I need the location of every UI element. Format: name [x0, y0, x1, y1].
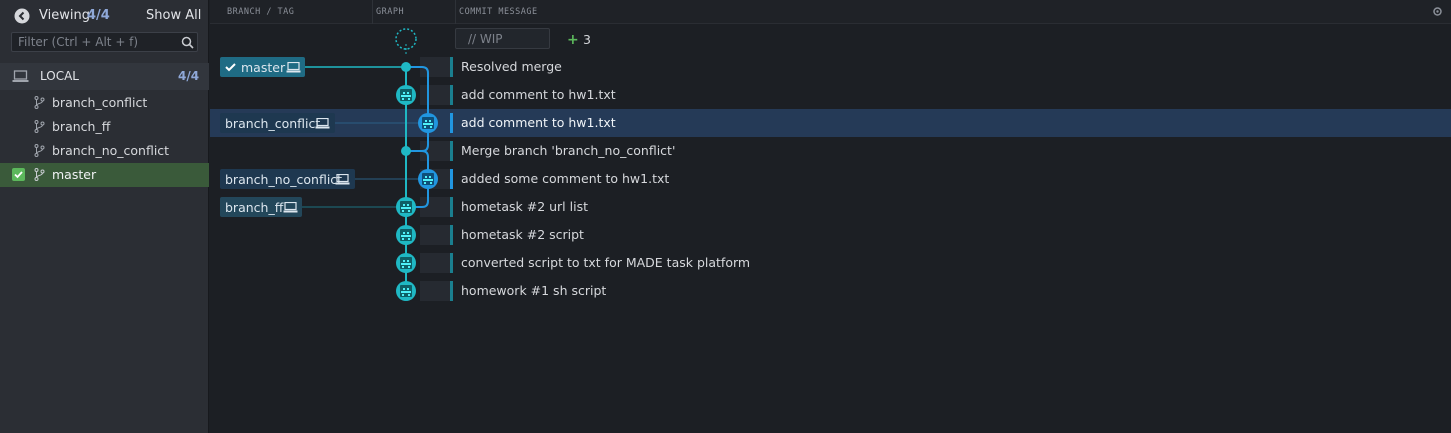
commit-color-bar	[450, 225, 453, 245]
wip-change-count: 3	[583, 32, 591, 47]
commit-row[interactable]: homework #1 sh script	[210, 277, 1451, 305]
branch-icon	[34, 144, 45, 157]
commit-message[interactable]: add comment to hw1.txt	[461, 87, 616, 102]
laptop-icon	[283, 202, 298, 213]
commit-row[interactable]: hometask #2 url list	[210, 193, 1451, 221]
branch-name: master	[52, 167, 97, 182]
column-graph[interactable]: GRAPH	[376, 7, 404, 17]
column-header: BRANCH / TAG GRAPH COMMIT MESSAGE	[210, 0, 1451, 24]
commit-message[interactable]: added some comment to hw1.txt	[461, 171, 669, 186]
commit-row[interactable]: added some comment to hw1.txt	[210, 165, 1451, 193]
graph-cell	[420, 197, 450, 217]
ref-name: branch_ff	[225, 200, 284, 215]
ref-label-master[interactable]: master	[220, 57, 305, 77]
commit-color-bar	[450, 281, 453, 301]
graph-cell	[420, 113, 450, 133]
graph-cell	[420, 169, 450, 189]
graph-cell	[420, 281, 450, 301]
laptop-icon	[286, 62, 301, 73]
commit-message[interactable]: converted script to txt for MADE task pl…	[461, 255, 750, 270]
commit-color-bar	[450, 197, 453, 217]
filter-box	[11, 32, 198, 52]
laptop-icon	[335, 174, 350, 185]
check-icon	[225, 63, 236, 72]
search-icon[interactable]	[181, 36, 194, 49]
commit-message[interactable]: homework #1 sh script	[461, 283, 606, 298]
wip-node	[395, 28, 417, 50]
gear-icon[interactable]	[1432, 6, 1443, 17]
branch-name: branch_conflict	[52, 95, 148, 110]
commit-row[interactable]: Resolved merge	[210, 53, 1451, 81]
ref-label-branch-conflict[interactable]: branch_conflict	[220, 113, 335, 133]
commit-message[interactable]: Merge branch 'branch_no_conflict'	[461, 143, 675, 158]
commit-message[interactable]: hometask #2 url list	[461, 199, 588, 214]
commit-color-bar	[450, 113, 453, 133]
viewing-count: 4/4	[87, 8, 110, 23]
ref-name: master	[241, 60, 286, 75]
branch-icon	[34, 120, 45, 133]
wip-input[interactable]	[456, 29, 549, 48]
sidebar-branch-branch-conflict[interactable]: branch_conflict	[0, 91, 209, 115]
show-all-button[interactable]: Show All	[146, 8, 201, 23]
sidebar-header: Viewing 4/4 Show All	[0, 0, 209, 32]
commit-color-bar	[450, 85, 453, 105]
column-commit-message[interactable]: COMMIT MESSAGE	[459, 7, 538, 17]
commit-row[interactable]: Merge branch 'branch_no_conflict'	[210, 137, 1451, 165]
commit-row[interactable]: converted script to txt for MADE task pl…	[210, 249, 1451, 277]
graph-cell	[420, 57, 450, 77]
sidebar: Viewing 4/4 Show All LOCAL 4/4 branch_co…	[0, 0, 209, 433]
commit-row[interactable]: add comment to hw1.txt	[210, 81, 1451, 109]
commit-graph-panel: BRANCH / TAG GRAPH COMMIT MESSAGE + 3 Re…	[210, 0, 1451, 433]
branch-name: branch_no_conflict	[52, 143, 170, 158]
ref-label-branch-no-conflict[interactable]: branch_no_conflict	[220, 169, 355, 189]
commit-color-bar	[450, 141, 453, 161]
column-divider[interactable]	[372, 0, 373, 24]
ref-label-branch-ff[interactable]: branch_ff	[220, 197, 302, 217]
commit-color-bar	[450, 169, 453, 189]
column-divider[interactable]	[455, 0, 456, 24]
commit-message[interactable]: hometask #2 script	[461, 227, 584, 242]
local-section-header[interactable]: LOCAL 4/4	[0, 63, 209, 90]
graph-cell	[420, 225, 450, 245]
plus-icon: +	[567, 32, 579, 48]
checkbox-checked-icon[interactable]	[12, 168, 25, 181]
graph-cell	[420, 85, 450, 105]
commit-row[interactable]: hometask #2 script	[210, 221, 1451, 249]
local-count: 4/4	[178, 69, 200, 83]
filter-input[interactable]	[12, 33, 177, 51]
back-arrow-icon[interactable]	[14, 8, 30, 24]
graph-cell	[420, 141, 450, 161]
branch-icon	[34, 168, 45, 181]
sidebar-branch-branch-ff[interactable]: branch_ff	[0, 115, 209, 139]
viewing-label: Viewing	[39, 8, 90, 23]
commit-message[interactable]: add comment to hw1.txt	[461, 115, 616, 130]
branch-icon	[34, 96, 45, 109]
ref-name: branch_no_conflict	[225, 172, 343, 187]
commit-color-bar	[450, 57, 453, 77]
commit-color-bar	[450, 253, 453, 273]
branch-name: branch_ff	[52, 119, 111, 134]
ref-name: branch_conflict	[225, 116, 321, 131]
wip-box	[455, 28, 550, 49]
column-branch-tag[interactable]: BRANCH / TAG	[227, 7, 294, 17]
sidebar-branch-branch-no-conflict[interactable]: branch_no_conflict	[0, 139, 209, 163]
sidebar-branch-master[interactable]: master	[0, 163, 209, 187]
laptop-icon	[12, 70, 29, 82]
laptop-icon	[315, 118, 330, 129]
commit-message[interactable]: Resolved merge	[461, 59, 562, 74]
local-label: LOCAL	[40, 69, 79, 83]
commit-row-selected[interactable]: add comment to hw1.txt	[210, 109, 1451, 137]
graph-cell	[420, 253, 450, 273]
